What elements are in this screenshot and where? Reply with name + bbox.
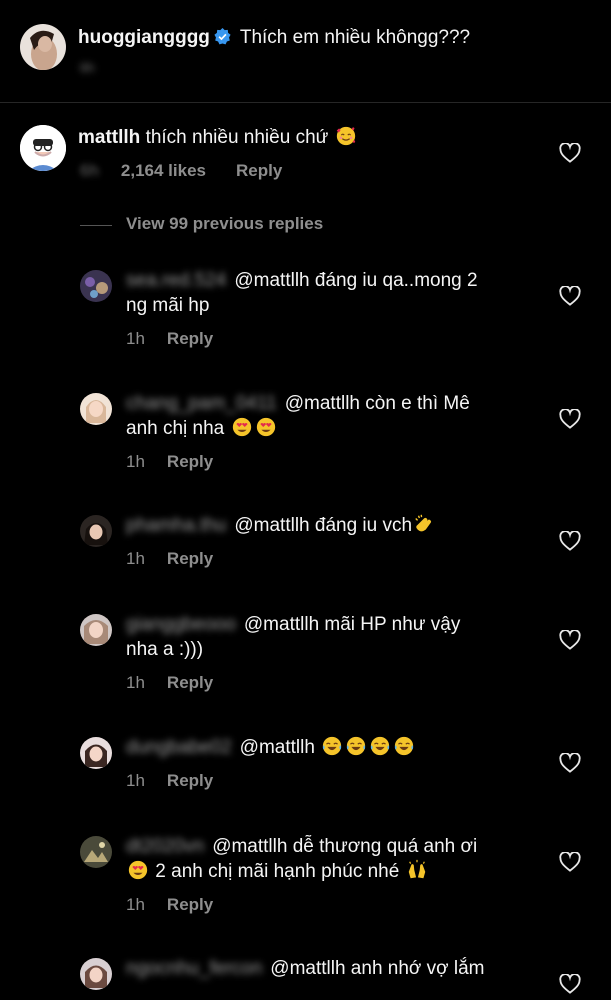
reply-text-line1: @mattllh anh nhớ vợ lắm	[270, 958, 485, 979]
reply-text: gianggbeooo @mattllh mãi HP như vậy nha a…	[126, 612, 536, 662]
heart-eyes-emoji-icon	[255, 416, 277, 438]
tears-of-joy-emoji-icon	[321, 735, 343, 757]
like-heart-icon[interactable]	[559, 409, 581, 429]
reply-button[interactable]: Reply	[167, 549, 213, 568]
like-heart-icon[interactable]	[559, 630, 581, 650]
reply-button[interactable]: Reply	[167, 452, 213, 471]
caption-text: Thích em nhiều khôngg???	[239, 27, 471, 48]
avatar[interactable]	[80, 836, 112, 868]
raising-hands-emoji-icon	[406, 859, 428, 881]
reply-meta: 1h Reply	[126, 895, 213, 915]
like-count[interactable]: 2,164 likes	[121, 161, 206, 180]
reply-time: 1h	[126, 452, 145, 471]
reply-text: chang_pam_0411 @mattllh còn e thì Mê anh …	[126, 391, 536, 441]
reply-username[interactable]: gianggbeooo	[126, 614, 236, 635]
reply-time: 1h	[126, 771, 145, 790]
heart-eyes-emoji-icon	[231, 416, 253, 438]
reply-time: 1h	[126, 673, 145, 692]
reply-meta: 1h Reply	[126, 329, 213, 349]
reply-username[interactable]: phamha.thu	[126, 515, 226, 536]
avatar[interactable]	[80, 958, 112, 990]
reply-text-line1: @mattllh dễ thương quá anh ơi	[212, 836, 478, 857]
verified-badge-icon	[214, 28, 231, 45]
clapping-hands-emoji-icon	[413, 513, 435, 535]
reply-meta: 1h Reply	[126, 771, 213, 791]
like-heart-icon[interactable]	[559, 753, 581, 773]
avatar[interactable]	[20, 125, 66, 171]
caption-username[interactable]: huoggiangggg	[78, 27, 210, 48]
avatar[interactable]	[80, 270, 112, 302]
comment-username[interactable]: mattllh	[78, 127, 140, 148]
reply-username[interactable]: sea.red.524	[126, 270, 226, 291]
reply-username[interactable]: ngocnhu_fercon	[126, 958, 262, 979]
tears-of-joy-emoji-icon	[393, 735, 415, 757]
reply-button[interactable]: Reply	[167, 895, 213, 914]
tears-of-joy-emoji-icon	[369, 735, 391, 757]
reply-username[interactable]: chang_pam_0411	[126, 393, 277, 414]
reply-text: dt2020vn @mattllh dễ thương quá anh ơi 2 …	[126, 834, 536, 884]
post-caption: huoggiangggg Thích em nhiều khôngg??? 6h	[0, 0, 611, 103]
comment-text: thích nhiều nhiều chứ	[145, 127, 329, 148]
like-heart-icon[interactable]	[559, 531, 581, 551]
avatar[interactable]	[80, 737, 112, 769]
reply-time: 1h	[126, 549, 145, 568]
reply-meta: 1h Reply	[126, 452, 213, 472]
reply-button[interactable]: Reply	[167, 673, 213, 692]
avatar[interactable]	[80, 614, 112, 646]
comment-time: 6h	[80, 161, 99, 180]
reply-text-line2: ng mãi hp	[126, 295, 210, 316]
reply-text: sea.red.524 @mattllh đáng iu qa..mong 2 n…	[126, 268, 536, 318]
avatar[interactable]	[20, 24, 66, 70]
reply-text-line2: anh chị nha	[126, 418, 225, 439]
reply-meta: 1h Reply	[126, 673, 213, 693]
reply-button[interactable]: Reply	[167, 771, 213, 790]
reply-text-line2: 2 anh chị mãi hạnh phúc nhé	[155, 861, 400, 882]
avatar[interactable]	[80, 393, 112, 425]
reply-text-line1: @mattllh còn e thì Mê	[284, 393, 470, 414]
comment-text-line: mattllh thích nhiều nhiều chứ	[78, 125, 358, 150]
reply-text-line1: @mattllh đáng iu qa..mong 2	[234, 270, 478, 291]
reply-username[interactable]: dt2020vn	[126, 836, 204, 857]
reply-time: 1h	[126, 329, 145, 348]
reply-button[interactable]: Reply	[167, 329, 213, 348]
avatar[interactable]	[80, 515, 112, 547]
comment-meta: 6h 2,164 likes Reply	[80, 161, 282, 181]
caption-time: 6h	[80, 60, 95, 75]
reply-username[interactable]: dungbabe02	[126, 737, 232, 758]
like-heart-icon[interactable]	[559, 852, 581, 872]
reply-text: phamha.thu @mattllh đáng iu vch	[126, 513, 536, 538]
reply-meta: 1h Reply	[126, 549, 213, 569]
reply-text-line1: @mattllh	[239, 737, 315, 758]
reply-text-line1: @mattllh mãi HP như vậy	[243, 614, 461, 635]
view-previous-label[interactable]: View 99 previous replies	[126, 214, 323, 234]
smiling-face-with-hearts-icon	[335, 125, 357, 147]
reply-text-line2: nha a :)))	[126, 639, 204, 660]
like-heart-icon[interactable]	[559, 974, 581, 994]
reply-time: 1h	[126, 895, 145, 914]
caption-text-line: huoggiangggg Thích em nhiều khôngg???	[78, 26, 470, 50]
reply-text: dungbabe02 @mattllh	[126, 735, 536, 760]
like-heart-icon[interactable]	[559, 143, 581, 163]
reply-button[interactable]: Reply	[236, 161, 282, 180]
reply-text-line1: @mattllh đáng iu vch	[234, 515, 413, 536]
reply-text: ngocnhu_fercon @mattllh anh nhớ vợ lắm	[126, 956, 536, 981]
divider	[80, 225, 112, 226]
tears-of-joy-emoji-icon	[345, 735, 367, 757]
heart-eyes-emoji-icon	[127, 859, 149, 881]
like-heart-icon[interactable]	[559, 286, 581, 306]
